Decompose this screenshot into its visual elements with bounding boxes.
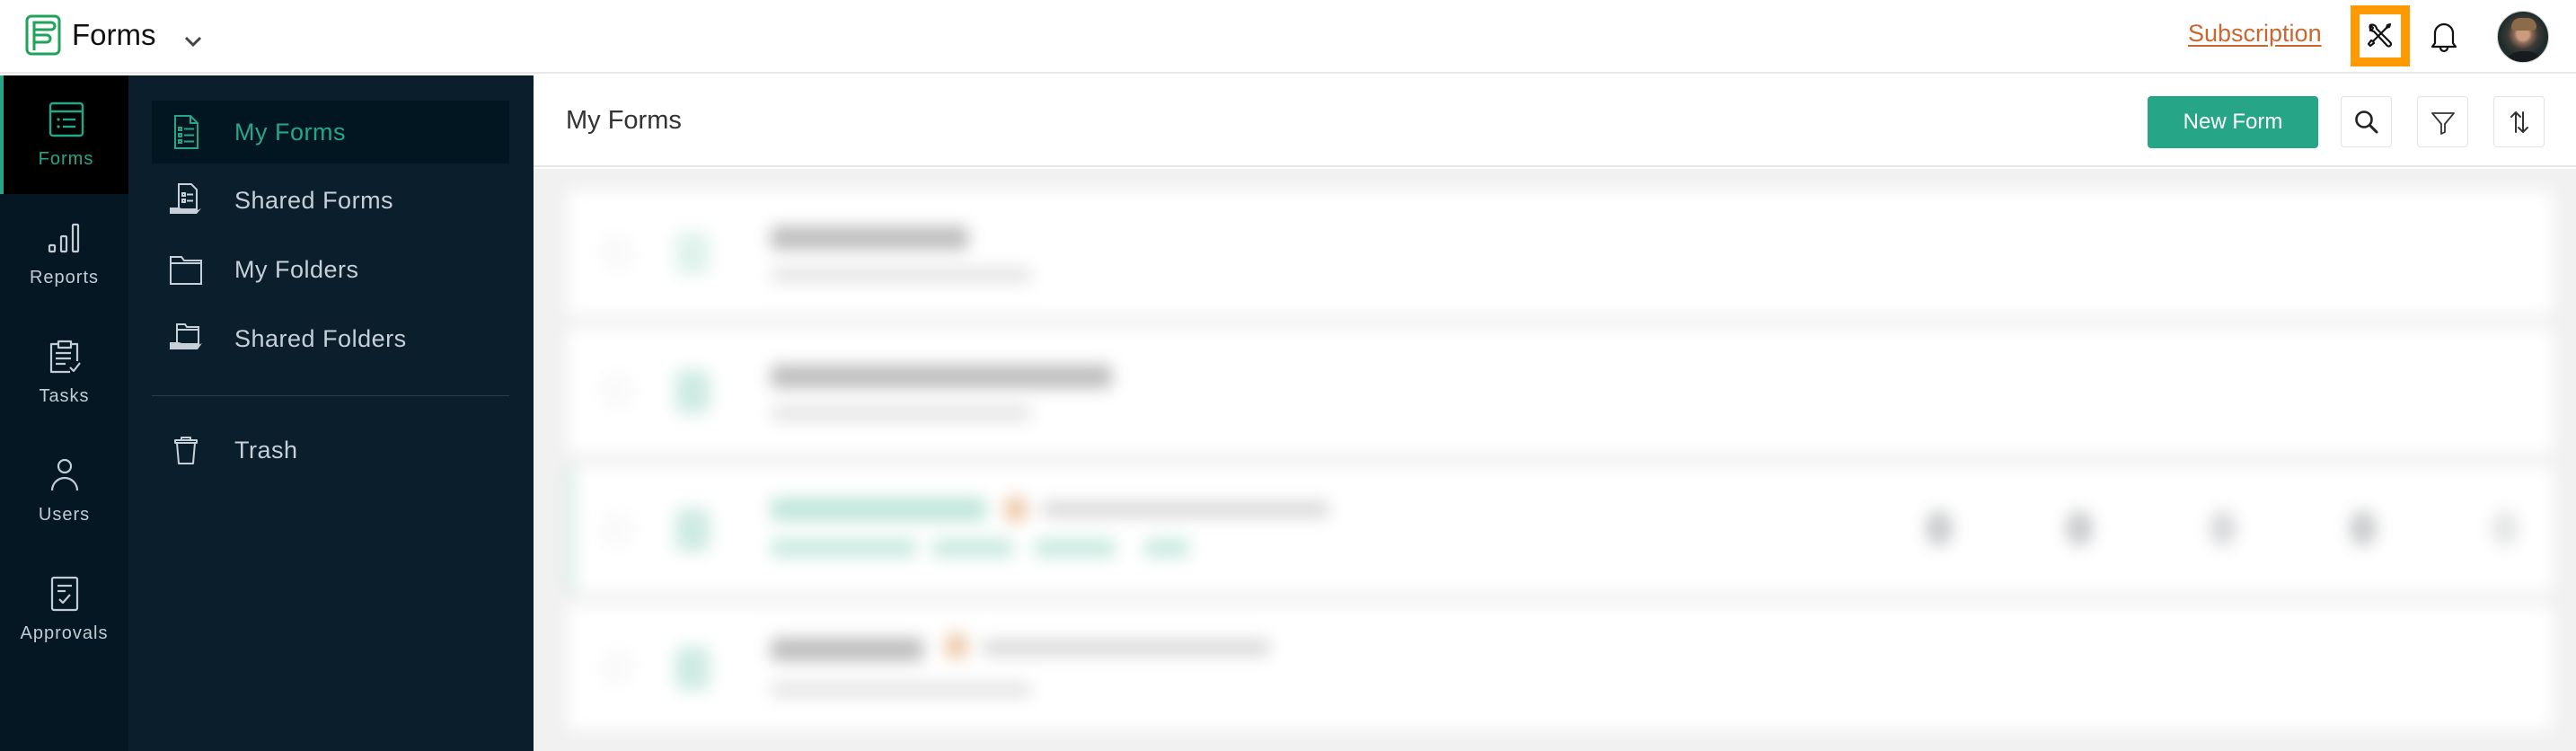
- folder-icon: [170, 256, 202, 285]
- filter-button[interactable]: [2417, 96, 2468, 147]
- rail-label: Forms: [38, 148, 94, 169]
- trash-icon: [174, 437, 198, 464]
- subnav-item-my-folders[interactable]: My Folders: [152, 238, 509, 301]
- forms-logo-icon: [25, 14, 61, 56]
- sort-button[interactable]: [2493, 96, 2545, 147]
- form-row-active[interactable]: [568, 467, 2553, 591]
- form-row[interactable]: [568, 329, 2553, 453]
- subnav-label: My Forms: [234, 118, 346, 146]
- subnav-item-shared-folders[interactable]: Shared Folders: [152, 307, 509, 370]
- subnav-item-my-forms[interactable]: My Forms: [152, 101, 509, 163]
- form-meta: [1042, 501, 1329, 517]
- forms-subnav: My Forms Shared Forms My Folders Shared …: [128, 75, 534, 751]
- form-title: [771, 638, 923, 661]
- form-action-link[interactable]: [844, 539, 916, 557]
- search-button[interactable]: [2341, 96, 2392, 147]
- sort-icon: [2510, 110, 2528, 133]
- form-title: [771, 365, 1112, 388]
- tools-icon: [2367, 22, 2393, 48]
- row-checkbox[interactable]: [604, 239, 631, 266]
- page-title: My Forms: [566, 106, 682, 135]
- rail-item-approvals[interactable]: Approvals: [0, 550, 128, 668]
- app-name: Forms: [72, 18, 156, 51]
- row-checkbox[interactable]: [604, 377, 631, 404]
- row-action-icon[interactable]: [2350, 510, 2377, 546]
- rail-label: Users: [38, 504, 91, 525]
- user-avatar[interactable]: [2497, 11, 2549, 63]
- shared-form-icon: [170, 183, 201, 214]
- form-badge: [945, 632, 968, 659]
- bar-chart-icon: [48, 223, 79, 252]
- form-subtitle: [771, 406, 1031, 420]
- row-action-icon[interactable]: [2210, 510, 2236, 546]
- rail-label: Tasks: [39, 385, 90, 406]
- form-action-link[interactable]: [932, 539, 1013, 557]
- form-row[interactable]: [568, 605, 2553, 729]
- chevron-down-icon[interactable]: [181, 30, 205, 53]
- subnav-label: Shared Folders: [234, 324, 407, 352]
- subnav-item-trash[interactable]: Trash: [152, 419, 509, 482]
- filter-icon: [2430, 111, 2455, 135]
- document-check-icon: [50, 576, 78, 611]
- rail-item-users[interactable]: Users: [0, 431, 128, 550]
- form-document-icon: [174, 115, 198, 149]
- form-action-link[interactable]: [1035, 539, 1116, 557]
- app-switcher[interactable]: Forms: [25, 13, 205, 57]
- bell-icon[interactable]: [2427, 18, 2461, 54]
- rail-item-forms[interactable]: Forms: [0, 75, 128, 194]
- tools-button[interactable]: [2351, 5, 2410, 66]
- form-list-blurred: [551, 169, 2558, 751]
- form-title: [771, 498, 986, 521]
- top-bar: Forms Subscription: [0, 0, 2576, 74]
- row-action-icon[interactable]: [2066, 510, 2093, 546]
- row-action-icon[interactable]: [1926, 510, 1953, 546]
- subnav-label: Shared Forms: [234, 186, 394, 214]
- form-title: [771, 226, 968, 250]
- subscription-link[interactable]: Subscription: [2188, 20, 2322, 48]
- main-header: My Forms New Form: [534, 75, 2576, 167]
- avatar-shirt: [2503, 51, 2545, 62]
- form-icon: [675, 508, 710, 552]
- avatar-hair: [2511, 18, 2536, 31]
- rail-item-reports[interactable]: Reports: [0, 194, 128, 313]
- clipboard-check-icon: [49, 340, 81, 373]
- user-icon: [50, 458, 78, 490]
- form-subtitle: [771, 683, 1031, 697]
- form-badge: [1004, 496, 1028, 523]
- form-icon: [675, 647, 710, 690]
- subnav-divider: [152, 395, 509, 396]
- form-meta: [983, 640, 1270, 656]
- row-checkbox[interactable]: [604, 654, 631, 681]
- rail-label: Approvals: [20, 623, 109, 643]
- subnav-label: My Folders: [234, 255, 359, 283]
- form-subtitle: [771, 268, 1031, 282]
- subnav-label: Trash: [234, 436, 298, 464]
- row-action-icon[interactable]: [2492, 510, 2519, 546]
- form-icon: [675, 232, 710, 275]
- rail-item-tasks[interactable]: Tasks: [0, 313, 128, 431]
- subnav-item-shared-forms[interactable]: Shared Forms: [152, 169, 509, 232]
- form-action-link[interactable]: [1144, 539, 1189, 557]
- form-list-icon: [49, 102, 84, 137]
- search-icon: [2354, 110, 2378, 133]
- icon-rail: Forms Reports Tasks Users Approvals: [0, 75, 128, 751]
- row-checkbox[interactable]: [604, 516, 631, 543]
- form-list-area: [534, 169, 2576, 751]
- shared-folder-icon: [170, 323, 202, 349]
- form-row[interactable]: [568, 190, 2553, 314]
- form-icon: [675, 370, 710, 413]
- rail-label: Reports: [29, 267, 100, 287]
- new-form-button[interactable]: New Form: [2148, 96, 2318, 148]
